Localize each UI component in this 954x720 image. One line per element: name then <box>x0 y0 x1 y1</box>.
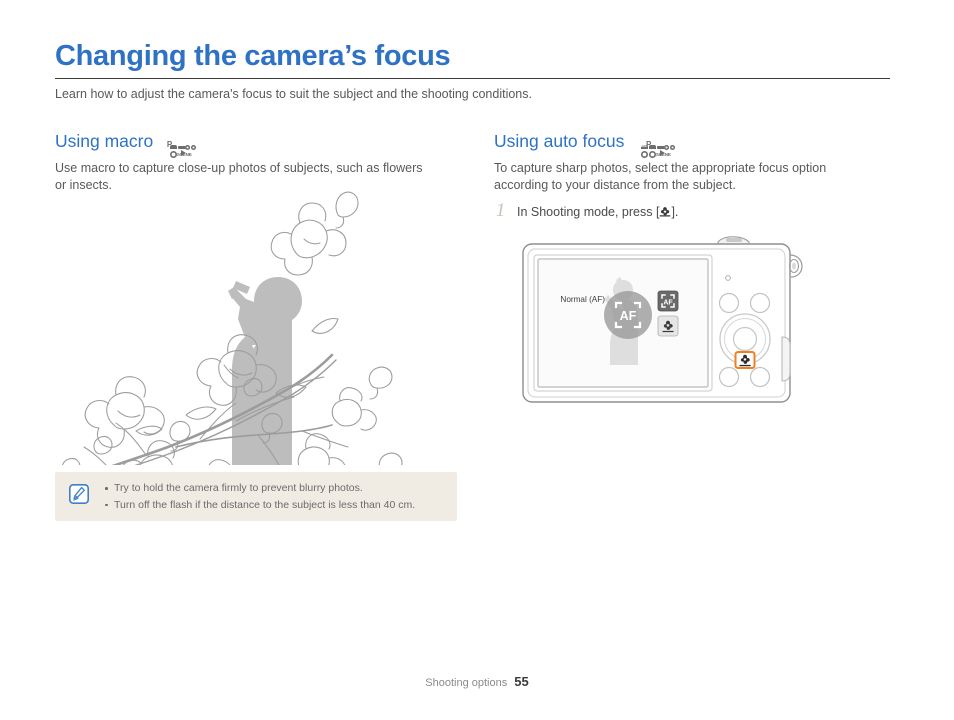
page-footer: Shooting options 55 <box>0 673 954 691</box>
step-text: In Shooting mode, press [ ]. <box>517 205 678 219</box>
macro-flower-icon <box>659 206 671 217</box>
title-divider <box>55 78 890 79</box>
section-title-macro: Using macro <box>55 130 154 151</box>
note-pencil-icon <box>69 484 89 504</box>
section-header-macro: Using macro P SCENE <box>55 126 457 158</box>
manual-page: Changing the camera’s focus Learn how to… <box>0 0 954 720</box>
camera-rear-view: AF Normal (AF) AF <box>520 233 810 415</box>
note-item: Try to hold the camera firmly to prevent… <box>103 480 447 497</box>
mode-icon-list-auto-focus: SMART P SCENE <box>639 140 671 158</box>
magnolia-branch-photographer-illustration <box>50 185 470 507</box>
section-header-auto-focus: Using auto focus SMART P SCENE <box>494 126 896 158</box>
svg-text:AF: AF <box>663 300 673 307</box>
note-item: Turn off the flash if the distance to th… <box>103 497 447 514</box>
step-item-1: 1 In Shooting mode, press [ ]. <box>494 200 679 222</box>
page-title: Changing the camera’s focus <box>55 40 451 72</box>
section-using-auto-focus: Using auto focus SMART P SCENE To captur… <box>494 126 896 194</box>
note-callout: Try to hold the camera firmly to prevent… <box>55 472 457 521</box>
section-body-auto-focus: To capture sharp photos, select the appr… <box>494 161 827 192</box>
svg-text:Normal (AF): Normal (AF) <box>560 295 605 304</box>
step-text-before: In Shooting mode, press [ <box>517 205 660 219</box>
section-using-macro: Using macro P SCENE Use macro to capture… <box>55 126 457 194</box>
intro-paragraph: Learn how to adjust the camera's focus t… <box>55 87 532 101</box>
svg-text:AF: AF <box>620 309 637 323</box>
footer-page-number: 55 <box>514 674 529 689</box>
note-item-list: Try to hold the camera firmly to prevent… <box>103 480 447 513</box>
section-title-auto-focus: Using auto focus <box>494 130 625 151</box>
step-text-after: ]. <box>671 205 679 219</box>
mode-icon-list-macro: P SCENE <box>166 140 192 158</box>
step-number: 1 <box>495 200 506 221</box>
footer-section-label: Shooting options <box>425 677 508 689</box>
